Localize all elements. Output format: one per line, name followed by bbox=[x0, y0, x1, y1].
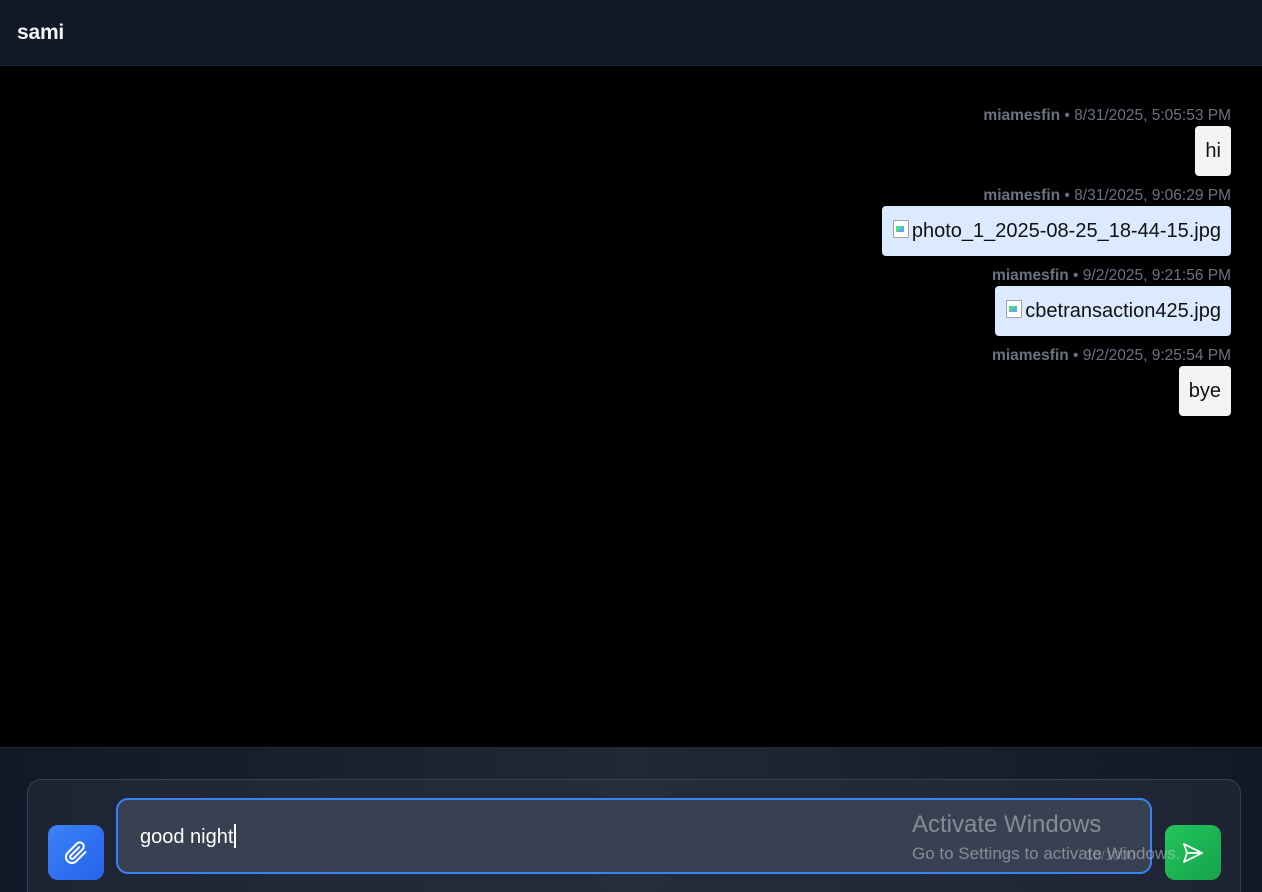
meta-separator: • bbox=[1064, 187, 1070, 204]
message-list[interactable]: miamesfin • 8/31/2025, 5:05:53 PM hi mia… bbox=[0, 66, 1262, 747]
message-item: miamesfin • 9/2/2025, 9:21:56 PM cbetran… bbox=[992, 266, 1231, 336]
message-sender: miamesfin bbox=[983, 187, 1061, 204]
message-text: hi bbox=[1205, 140, 1221, 162]
attach-file-button[interactable] bbox=[48, 825, 104, 880]
message-sender: miamesfin bbox=[983, 107, 1061, 124]
meta-separator: • bbox=[1073, 347, 1079, 364]
image-attachment-bubble[interactable]: cbetransaction425.jpg bbox=[995, 286, 1231, 336]
message-bubble: hi bbox=[1195, 126, 1231, 176]
char-counter: 10/1000 bbox=[1085, 847, 1136, 863]
image-attachment-bubble[interactable]: photo_1_2025-08-25_18-44-15.jpg bbox=[881, 206, 1231, 256]
message-meta: miamesfin • 9/2/2025, 9:25:54 PM bbox=[992, 346, 1231, 365]
message-meta: miamesfin • 9/2/2025, 9:21:56 PM bbox=[992, 266, 1231, 285]
message-item: miamesfin • 9/2/2025, 9:25:54 PM bye bbox=[992, 346, 1231, 416]
message-bubble: bye bbox=[1178, 366, 1231, 416]
message-input[interactable]: good night 10/1000 bbox=[116, 798, 1152, 874]
broken-image-icon bbox=[892, 219, 912, 239]
chat-app: sami miamesfin • 8/31/2025, 5:05:53 PM h… bbox=[0, 0, 1262, 892]
message-item: miamesfin • 8/31/2025, 9:06:29 PM photo_… bbox=[881, 186, 1231, 256]
message-sender: miamesfin bbox=[992, 267, 1069, 284]
meta-separator: • bbox=[1064, 107, 1070, 124]
message-timestamp: 9/2/2025, 9:25:54 PM bbox=[1082, 347, 1231, 364]
attachment-alt-text: photo_1_2025-08-25_18-44-15.jpg bbox=[911, 220, 1221, 242]
meta-separator: • bbox=[1073, 267, 1079, 284]
paperclip-icon bbox=[65, 840, 87, 864]
message-meta: miamesfin • 8/31/2025, 9:06:29 PM bbox=[983, 186, 1231, 205]
message-timestamp: 9/2/2025, 9:21:56 PM bbox=[1082, 267, 1231, 284]
message-timestamp: 8/31/2025, 9:06:29 PM bbox=[1074, 187, 1231, 204]
broken-image-icon bbox=[1005, 299, 1025, 319]
text-caret bbox=[234, 824, 236, 848]
message-input-value[interactable]: good night bbox=[140, 824, 236, 849]
attachment-alt-text: cbetransaction425.jpg bbox=[1025, 300, 1221, 322]
send-icon bbox=[1183, 842, 1203, 863]
message-meta: miamesfin • 8/31/2025, 5:05:53 PM bbox=[983, 106, 1231, 125]
message-timestamp: 8/31/2025, 5:05:53 PM bbox=[1074, 107, 1231, 124]
message-sender: miamesfin bbox=[992, 347, 1069, 364]
chat-header: sami bbox=[0, 0, 1262, 66]
message-item: miamesfin • 8/31/2025, 5:05:53 PM hi bbox=[983, 106, 1231, 176]
composer-bar: good night 10/1000 bbox=[0, 747, 1262, 892]
send-button[interactable] bbox=[1165, 825, 1221, 880]
message-text: bye bbox=[1188, 380, 1221, 402]
composer-panel: good night 10/1000 bbox=[27, 779, 1241, 892]
chat-title: sami bbox=[17, 20, 65, 44]
